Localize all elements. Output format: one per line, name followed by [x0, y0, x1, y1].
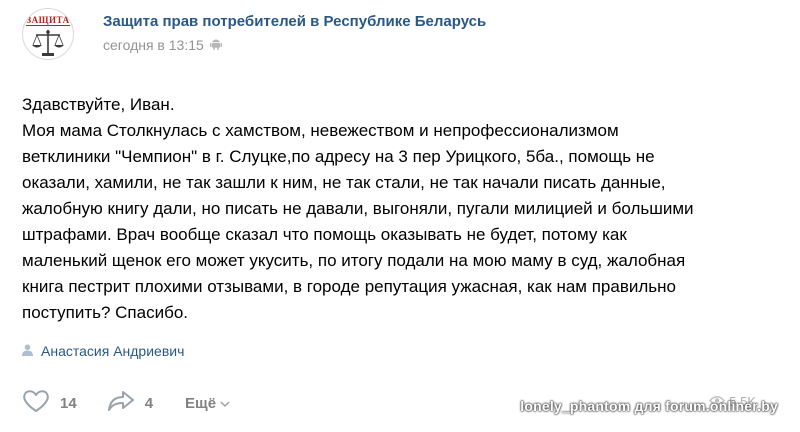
like-count: 14: [60, 394, 77, 412]
post-text-line: ветклиники "Чемпион" в г. Слуцке,по адре…: [22, 147, 655, 166]
share-button[interactable]: 4: [107, 390, 153, 416]
post-meta: Защита прав потребителей в Республике Бе…: [103, 8, 486, 64]
post-text-line: оказали, хамили, не так зашли к ним, не …: [22, 173, 666, 192]
signer-name: Анастасия Андриевич: [41, 343, 185, 359]
scales-icon: [32, 30, 64, 56]
group-name-link[interactable]: Защита прав потребителей в Республике Бе…: [103, 12, 486, 32]
post-signer[interactable]: Анастасия Андриевич: [22, 343, 184, 359]
group-avatar[interactable]: ЗАЩИТА: [22, 8, 74, 60]
heart-icon: [22, 389, 50, 417]
forum-watermark: lonely_phantom для forum.onliner.by: [520, 398, 778, 414]
more-label: Ещё: [185, 394, 217, 412]
post-text-line: поступить? Спасибо.: [22, 303, 189, 322]
avatar-logo-text: ЗАЩИТА: [26, 15, 70, 26]
android-icon: [209, 36, 222, 54]
post-timestamp[interactable]: сегодня в 13:15: [103, 36, 204, 54]
user-icon: [22, 343, 33, 359]
like-button[interactable]: 14: [22, 389, 77, 417]
post-text-line: маленький щенок его может укусить, по ит…: [22, 251, 686, 270]
chevron-down-icon: [220, 395, 230, 412]
post-text-line: Моя мама Столкнулась с хамством, невежес…: [22, 121, 619, 140]
post-header: ЗАЩИТА Защита прав потребителей в Респуб…: [22, 8, 486, 64]
share-count: 4: [144, 394, 154, 412]
post-text: Здавствуйте, Иван. Моя мама Столкнулась …: [22, 92, 782, 326]
more-button[interactable]: Ещё: [185, 395, 230, 412]
post-card: ЗАЩИТА Защита прав потребителей в Респуб…: [0, 0, 800, 432]
post-text-line: Здавствуйте, Иван.: [22, 95, 175, 114]
post-text-line: штрафами. Врач вообще сказал что помощь …: [22, 225, 627, 244]
post-text-line: жалобную книгу дали, но писать не давали…: [22, 199, 694, 218]
post-text-line: книга пестрит плохими отзывами, в городе…: [22, 277, 676, 296]
post-time-row: сегодня в 13:15: [103, 36, 486, 54]
share-arrow-icon: [107, 390, 135, 416]
